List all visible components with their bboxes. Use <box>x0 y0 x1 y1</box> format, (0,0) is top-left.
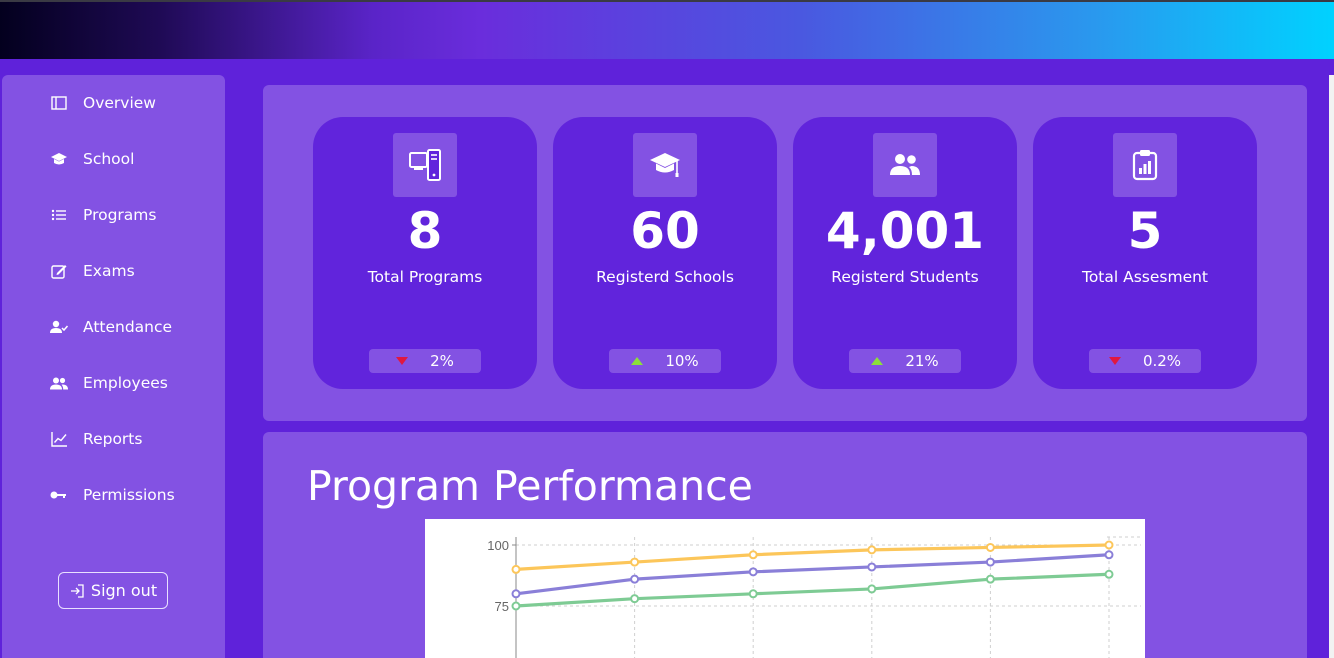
data-point <box>867 545 877 555</box>
trend-down-icon <box>396 357 409 365</box>
sidebar-item-reports[interactable]: Reports <box>50 427 142 451</box>
stat-value: 60 <box>630 202 700 260</box>
stat-card-schools[interactable]: 60 Registerd Schools 10% <box>553 117 777 389</box>
trend-badge: 2% <box>369 349 481 373</box>
data-point <box>1104 540 1114 550</box>
data-point <box>630 574 640 584</box>
data-point <box>867 562 877 572</box>
data-point <box>1104 569 1114 579</box>
trend-value: 0.2% <box>1142 352 1182 370</box>
scrollbar[interactable] <box>1329 75 1334 658</box>
list-icon <box>50 206 68 224</box>
sidebar-item-overview[interactable]: Overview <box>50 91 156 115</box>
panel-icon <box>50 94 68 112</box>
performance-chart: 100 75 <box>425 519 1145 658</box>
line-chart: 100 75 <box>487 536 1141 658</box>
data-point <box>985 574 995 584</box>
performance-panel: Program Performance 100 75 <box>263 432 1307 658</box>
edit-icon <box>50 262 68 280</box>
y-tick-label: 100 <box>487 538 509 553</box>
sidebar-item-permissions[interactable]: Permissions <box>50 483 175 507</box>
trend-badge: 10% <box>609 349 721 373</box>
data-point <box>511 601 521 611</box>
series-line <box>515 572 1110 608</box>
sidebar-item-label: Permissions <box>83 486 175 504</box>
sidebar-item-label: Programs <box>83 206 157 224</box>
data-point <box>630 594 640 604</box>
sidebar-item-employees[interactable]: Employees <box>50 371 168 395</box>
trend-badge: 21% <box>849 349 961 373</box>
stat-label: Registerd Students <box>831 268 979 286</box>
sidebar-item-programs[interactable]: Programs <box>50 203 156 227</box>
devices-icon <box>393 133 457 197</box>
trend-up-icon <box>631 357 644 365</box>
sidebar-item-exams[interactable]: Exams <box>50 259 135 283</box>
trend-badge: 0.2% <box>1089 349 1201 373</box>
series-line <box>515 553 1110 596</box>
trend-value: 21% <box>905 352 939 370</box>
data-point <box>511 564 521 574</box>
data-point <box>867 584 877 594</box>
line-chart-icon <box>50 430 68 448</box>
sidebar-item-school[interactable]: School <box>50 147 134 171</box>
data-point <box>1104 550 1114 560</box>
header-top-border <box>0 0 1334 2</box>
sidebar-item-label: Employees <box>83 374 168 392</box>
sign-out-label: Sign out <box>90 581 158 600</box>
user-check-icon <box>50 318 68 336</box>
sign-in-arrow-icon <box>70 583 84 598</box>
sidebar-item-label: Reports <box>83 430 143 448</box>
data-point <box>748 589 758 599</box>
stat-card-assessments[interactable]: 5 Total Assesment 0.2% <box>1033 117 1257 389</box>
sidebar-item-label: Overview <box>83 94 156 112</box>
graduation-cap-icon <box>633 133 697 197</box>
stat-value: 5 <box>1127 202 1163 260</box>
trend-value: 2% <box>430 352 454 370</box>
trend-value: 10% <box>665 352 699 370</box>
stats-panel: 8 Total Programs 2% 60 Registerd Schools… <box>263 85 1307 421</box>
sidebar-item-label: School <box>83 150 135 168</box>
performance-title: Program Performance <box>307 462 753 510</box>
data-point <box>630 557 640 567</box>
clipboard-chart-icon <box>1113 133 1177 197</box>
trend-up-icon <box>871 357 884 365</box>
data-point <box>985 542 995 552</box>
stat-label: Registerd Schools <box>596 268 734 286</box>
stat-value: 8 <box>407 202 443 260</box>
sidebar-item-label: Attendance <box>83 318 173 336</box>
data-point <box>985 557 995 567</box>
users-icon <box>873 133 937 197</box>
series-line <box>515 543 1110 571</box>
stat-card-students[interactable]: 4,001 Registerd Students 21% <box>793 117 1017 389</box>
trend-down-icon <box>1108 357 1121 365</box>
sidebar-item-label: Exams <box>83 262 135 280</box>
sidebar-item-attendance[interactable]: Attendance <box>50 315 172 339</box>
data-point <box>748 567 758 577</box>
stat-label: Total Assesment <box>1081 268 1209 286</box>
users-icon <box>50 374 68 392</box>
data-point <box>511 589 521 599</box>
y-tick-label: 75 <box>495 599 509 614</box>
stat-value: 4,001 <box>825 202 985 260</box>
stat-label: Total Programs <box>367 268 483 286</box>
key-icon <box>50 486 68 504</box>
data-point <box>748 550 758 560</box>
sign-out-button[interactable]: Sign out <box>58 572 168 609</box>
stat-card-programs[interactable]: 8 Total Programs 2% <box>313 117 537 389</box>
graduation-cap-icon <box>50 150 68 168</box>
sidebar: Overview School Programs Exams Attendanc… <box>2 75 225 658</box>
top-header-bar <box>0 0 1334 59</box>
